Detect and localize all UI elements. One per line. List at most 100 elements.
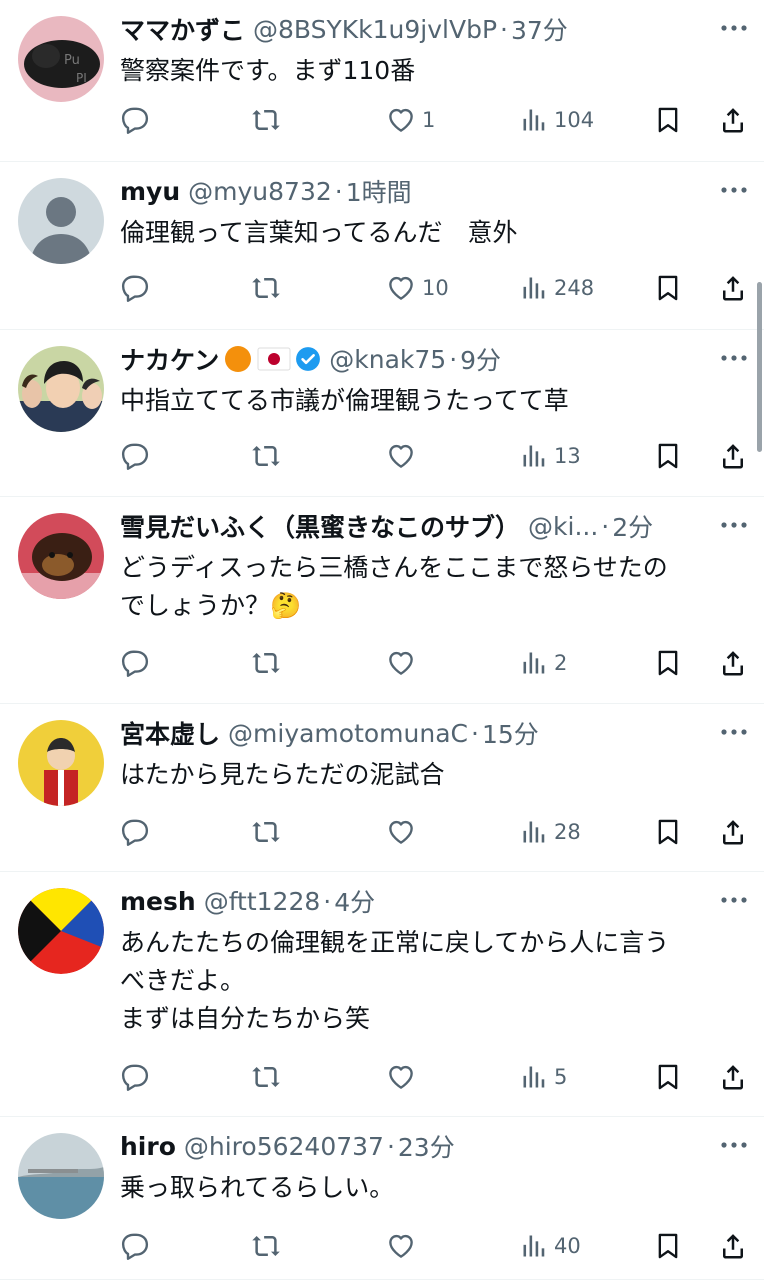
reply-button[interactable] [120,1060,150,1094]
more-dots-icon[interactable] [718,888,750,912]
reply-tweet[interactable]: 雪見だいふく（黒蜜きなこのサブ） @ki... · 2分 どうディスったら三橋さ… [0,497,764,704]
retweet-button[interactable] [250,1229,282,1263]
timestamp[interactable]: 9分 [460,342,501,376]
reply-button[interactable] [120,103,150,137]
reply-tweet[interactable]: Pu PI ママかずこ @8BSYKk1u9jvlVbP · 37分 警察案件です… [0,0,764,162]
user-handle[interactable]: @miyamotomunaC [228,719,468,748]
retweet-button[interactable] [250,646,282,680]
timestamp[interactable]: 4分 [334,884,375,918]
like-button[interactable] [386,439,422,473]
more-dots-icon[interactable] [718,513,750,537]
timestamp[interactable]: 2分 [612,509,653,543]
view-count: 104 [554,108,595,132]
retweet-button[interactable] [250,103,282,137]
timestamp[interactable]: 15分 [482,716,539,750]
views-button[interactable]: 2 [520,646,567,680]
views-button[interactable]: 13 [520,439,581,473]
like-count: 1 [422,108,436,132]
display-name[interactable]: 雪見だいふく（黒蜜きなこのサブ） [120,509,520,543]
display-name[interactable]: ナカケン [120,342,219,376]
reply-tweet[interactable]: 宮本虚し @miyamotomunaC · 15分 はたから見たらただの泥試合 … [0,704,764,872]
user-handle[interactable]: @myu8732 [188,177,332,206]
share-button[interactable] [718,815,748,849]
share-button[interactable] [718,646,748,680]
like-button[interactable]: 1 [386,103,435,137]
more-dots-icon[interactable] [718,16,750,40]
share-button[interactable] [718,1229,748,1263]
bookmark-button[interactable] [654,1060,682,1094]
view-count: 28 [554,820,581,844]
timestamp[interactable]: 23分 [398,1129,455,1163]
like-button[interactable] [386,1060,422,1094]
reply-button[interactable] [120,646,150,680]
bookmark-button[interactable] [654,1229,682,1263]
display-name[interactable]: ママかずこ [120,12,245,46]
bookmark-button[interactable] [654,103,682,137]
reply-tweet[interactable]: myu @myu8732 · 1時間 倫理観って言葉知ってるんだ 意外 10 2… [0,162,764,330]
avatar[interactable] [18,513,104,599]
heart-icon [386,105,416,135]
views-button[interactable]: 40 [520,1229,581,1263]
timestamp[interactable]: 1時間 [346,174,412,208]
retweet-button[interactable] [250,1060,282,1094]
views-button[interactable]: 28 [520,815,581,849]
retweet-button[interactable] [250,815,282,849]
avatar[interactable] [18,178,104,264]
retweet-icon [250,273,282,303]
like-button[interactable]: 10 [386,271,449,305]
timestamp[interactable]: 37分 [511,12,568,46]
reply-bubble-icon [120,1062,150,1092]
share-button[interactable] [718,439,748,473]
bookmark-button[interactable] [654,646,682,680]
more-dots-icon[interactable] [718,178,750,202]
display-name[interactable]: 宮本虚し [120,716,220,750]
like-button[interactable] [386,815,422,849]
like-button[interactable] [386,646,422,680]
action-bar: 13 [120,439,754,473]
bookmark-button[interactable] [654,439,682,473]
more-dots-icon[interactable] [718,346,750,370]
share-button[interactable] [718,271,748,305]
user-handle[interactable]: @knak75 [329,345,446,374]
view-count: 13 [554,444,581,468]
avatar[interactable] [18,1133,104,1219]
avatar[interactable] [18,346,104,432]
retweet-icon [250,817,282,847]
views-button[interactable]: 5 [520,1060,567,1094]
reply-tweet[interactable]: ナカケン @knak75 · 9分 中指立ててる市議が倫理観うたってて草 13 [0,330,764,497]
avatar[interactable] [18,720,104,806]
retweet-button[interactable] [250,439,282,473]
share-button[interactable] [718,1060,748,1094]
reply-bubble-icon [120,105,150,135]
bookmark-button[interactable] [654,815,682,849]
user-handle[interactable]: @8BSYKk1u9jvlVbP [253,15,497,44]
user-handle[interactable]: @ki... [528,512,598,541]
reply-button[interactable] [120,271,150,305]
reply-button[interactable] [120,1229,150,1263]
separator-dot: · [601,511,610,541]
user-handle[interactable]: @hiro56240737 [184,1132,384,1161]
display-name[interactable]: mesh [120,887,196,916]
like-button[interactable] [386,1229,422,1263]
more-dots-icon[interactable] [718,1133,750,1157]
display-name[interactable]: hiro [120,1132,176,1161]
views-button[interactable]: 248 [520,271,594,305]
retweet-button[interactable] [250,271,282,305]
reply-button[interactable] [120,815,150,849]
share-button[interactable] [718,103,748,137]
reply-tweet[interactable]: mesh @ftt1228 · 4分 あんたたちの倫理観を正常に戻してから人に言… [0,872,764,1117]
tweet-text: 警察案件です。まず110番 [120,52,744,90]
avatar[interactable] [18,888,104,974]
separator-dot: · [323,886,332,916]
more-dots-icon[interactable] [718,720,750,744]
reply-button[interactable] [120,439,150,473]
reply-tweet[interactable]: hiro @hiro56240737 · 23分 乗っ取られてるらしい。 40 [0,1117,764,1280]
avatar[interactable]: Pu PI [18,16,104,102]
scrollbar[interactable] [757,282,762,452]
bookmark-button[interactable] [654,271,682,305]
svg-text:Pu: Pu [64,53,80,68]
views-button[interactable]: 104 [520,103,594,137]
user-handle[interactable]: @ftt1228 [204,887,321,916]
tweet-header: 雪見だいふく（黒蜜きなこのサブ） @ki... · 2分 [120,509,704,543]
display-name[interactable]: myu [120,177,180,206]
